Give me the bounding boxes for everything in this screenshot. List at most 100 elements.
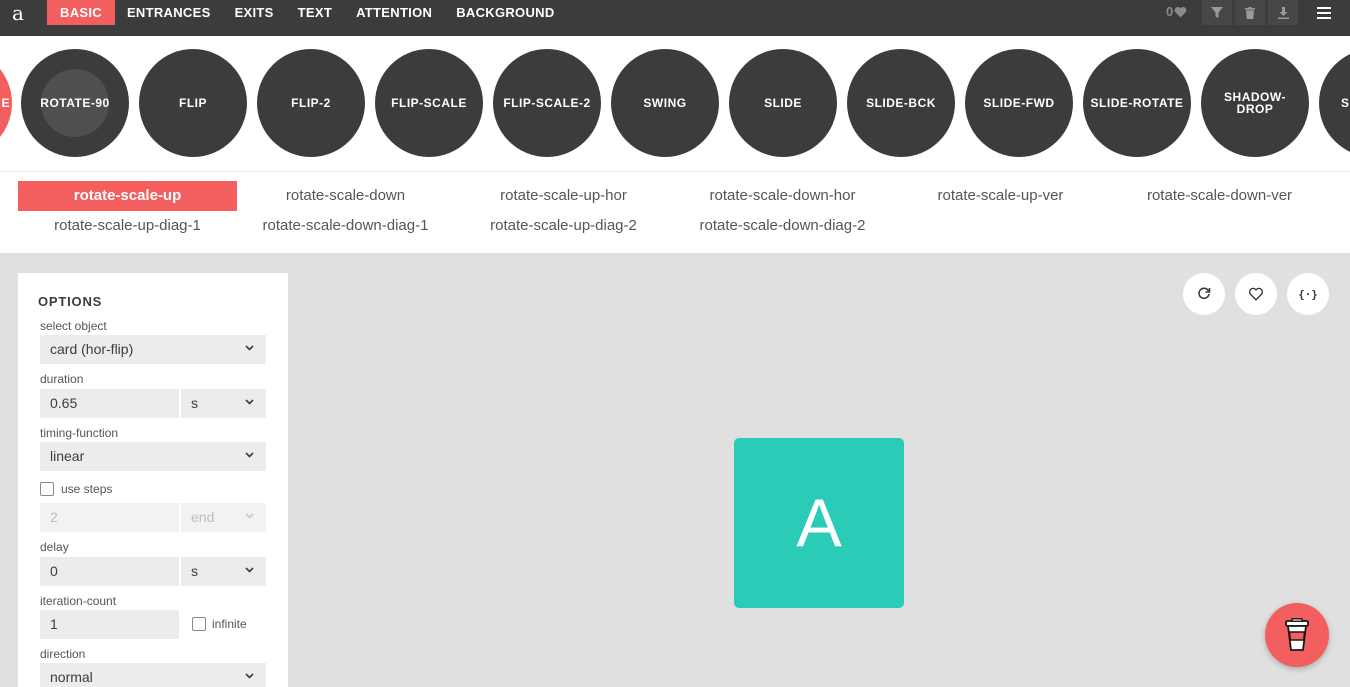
nav-background[interactable]: BACKGROUND [444,0,566,25]
replay-button[interactable] [1183,273,1225,315]
trash-icon [1245,6,1255,19]
group-shadow-drop[interactable]: SHADOW- DROP [1201,49,1309,157]
variant-rotate-scale-down-ver[interactable]: rotate-scale-down-ver [1110,181,1329,211]
steps-position-dropdown[interactable]: end [181,503,266,532]
menu-button[interactable] [1310,0,1338,25]
group-label: SLIDE-BCK [866,96,936,110]
direction-dropdown[interactable]: normal [40,663,266,687]
duration-label: duration [40,372,84,386]
group-swing[interactable]: SWING [611,49,719,157]
group-slide-rotate[interactable]: SLIDE-ROTATE [1083,49,1191,157]
group-label: E [1,96,10,110]
filter-icon [1211,6,1223,18]
nav-basic[interactable]: BASIC [47,0,115,25]
duration-input[interactable]: 0.65 [40,389,179,418]
variant-rotate-scale-down-hor[interactable]: rotate-scale-down-hor [673,181,892,211]
group-slide-bck[interactable]: SLIDE-BCK [847,49,955,157]
delete-button[interactable] [1235,0,1265,25]
timing-function-value: linear [50,448,85,464]
delay-input[interactable]: 0 [40,557,179,586]
group-partial-left[interactable]: E [0,49,12,157]
heart-icon [1248,287,1264,301]
group-label: ROTATE-90 [40,96,110,110]
group-label: SWING [643,96,687,110]
group-label: SHADOW- DROP [1224,90,1286,116]
timing-function-label: timing-function [40,426,119,440]
chevron-down-icon [245,673,254,679]
chevron-down-icon [245,567,254,573]
animation-variants: rotate-scale-up rotate-scale-down rotate… [0,171,1350,253]
group-label: FLIP [179,96,207,110]
use-steps-label: use steps [61,482,113,496]
download-icon [1277,6,1289,19]
delay-unit-value: s [191,563,198,579]
variant-rotate-scale-up-ver[interactable]: rotate-scale-up-ver [891,181,1110,211]
category-nav: BASIC ENTRANCES EXITS TEXT ATTENTION BAC… [47,0,567,25]
card-letter: A [796,485,842,561]
replay-icon [1198,287,1211,300]
buy-me-coffee-button[interactable] [1265,603,1329,667]
delay-unit-dropdown[interactable]: s [181,557,266,586]
infinite-label: infinite [212,617,247,631]
chevron-down-icon [245,345,254,351]
select-object-value: card (hor-flip) [50,341,134,357]
variant-rotate-scale-up[interactable]: rotate-scale-up [18,181,237,211]
favorites-count: 0 [1166,4,1174,19]
top-navbar: a BASIC ENTRANCES EXITS TEXT ATTENTION B… [0,0,1350,36]
group-flip[interactable]: FLIP [139,49,247,157]
select-object-dropdown[interactable]: card (hor-flip) [40,335,266,364]
favorites-counter[interactable]: 0 [1166,4,1187,19]
preview-card: A [734,438,904,608]
chevron-down-icon [245,452,254,458]
select-object-label: select object [40,319,107,333]
iteration-count-input[interactable]: 1 [40,610,179,639]
timing-function-dropdown[interactable]: linear [40,442,266,471]
variant-rotate-scale-up-diag-1[interactable]: rotate-scale-up-diag-1 [18,211,237,241]
nav-text[interactable]: TEXT [286,0,344,25]
group-flip-2[interactable]: FLIP-2 [257,49,365,157]
group-label: SLIDE-ROTATE [1090,96,1184,110]
group-flip-scale-2[interactable]: FLIP-SCALE-2 [493,49,601,157]
animation-group-carousel: E ROTATE-90 FLIP FLIP-2 FLIP-SCALE FLIP-… [0,36,1350,171]
nav-exits[interactable]: EXITS [223,0,286,25]
variant-rotate-scale-up-diag-2[interactable]: rotate-scale-up-diag-2 [454,211,673,241]
direction-label: direction [40,647,86,661]
steps-input[interactable]: 2 [40,503,179,532]
group-flip-scale[interactable]: FLIP-SCALE [375,49,483,157]
app-logo[interactable]: a [12,1,24,25]
iteration-count-label: iteration-count [40,594,117,608]
favorite-button[interactable] [1235,273,1277,315]
hamburger-menu-icon [1317,6,1331,19]
group-rotate-90[interactable]: ROTATE-90 [21,49,129,157]
group-label: S [1341,96,1350,110]
chevron-down-icon [245,513,254,519]
download-button[interactable] [1268,0,1298,25]
group-label: SLIDE [764,96,802,110]
duration-unit-dropdown[interactable]: s [181,389,266,418]
variant-rotate-scale-up-hor[interactable]: rotate-scale-up-hor [454,181,673,211]
nav-attention[interactable]: ATTENTION [344,0,444,25]
variant-rotate-scale-down[interactable]: rotate-scale-down [236,181,455,211]
filter-button[interactable] [1202,0,1232,25]
chevron-down-icon [245,399,254,405]
direction-value: normal [50,669,93,685]
variant-rotate-scale-down-diag-2[interactable]: rotate-scale-down-diag-2 [673,211,892,241]
infinite-checkbox[interactable] [192,617,206,631]
heart-icon [1174,6,1187,17]
nav-entrances[interactable]: ENTRANCES [115,0,223,25]
steps-position-value: end [191,509,215,525]
group-slide-fwd[interactable]: SLIDE-FWD [965,49,1073,157]
variant-rotate-scale-down-diag-1[interactable]: rotate-scale-down-diag-1 [236,211,455,241]
code-button[interactable]: {·} [1287,273,1329,315]
delay-label: delay [40,540,69,554]
group-label: SLIDE-FWD [983,96,1055,110]
code-icon: {·} [1298,287,1318,301]
coffee-cup-icon [1285,618,1309,651]
group-label: FLIP-2 [291,96,331,110]
group-slide[interactable]: SLIDE [729,49,837,157]
duration-unit-value: s [191,395,198,411]
group-partial-right[interactable]: S [1319,49,1350,157]
group-label: FLIP-SCALE [391,96,467,110]
options-title: OPTIONS [38,294,103,309]
use-steps-checkbox[interactable] [40,482,54,496]
